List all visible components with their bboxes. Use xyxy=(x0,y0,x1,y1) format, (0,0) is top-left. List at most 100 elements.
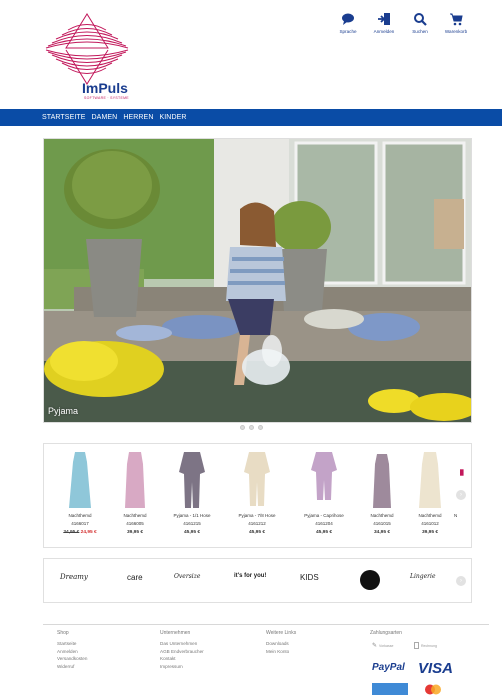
visa-logo: VISA xyxy=(418,660,454,677)
search-label: Suchen xyxy=(412,29,428,34)
footer-heading: Unternehmen xyxy=(160,630,191,636)
header: ImPuls SOFTWARE · SYSTEME Sprache Anmeld… xyxy=(0,0,502,108)
product-card[interactable]: Pyjama - 7/8 Hose 4161212 45,95 € xyxy=(233,444,281,549)
carousel-dot-1[interactable] xyxy=(240,425,245,430)
main-nav: STARTSEITE DAMEN HERREN KINDER xyxy=(0,109,502,126)
login-button[interactable]: Anmelden xyxy=(370,12,398,34)
product-number: 4166005 xyxy=(126,521,144,526)
rechnung-label: Rechnung xyxy=(421,643,437,648)
footer-link[interactable]: Startseite xyxy=(57,640,87,648)
cart-button[interactable]: Warenkorb xyxy=(442,12,470,34)
hero-banner[interactable]: Pyjama xyxy=(43,138,472,423)
product-card[interactable]: Pyjama - Caprihose 4161204 45,95 € xyxy=(300,444,348,549)
product-number: 4161212 xyxy=(248,521,266,526)
language-label: Sprache xyxy=(339,29,357,34)
footer-column-shop: Shop Startseite Anmelden Versandkosten W… xyxy=(57,630,87,670)
footer-column-payment: Zahlungsarten xyxy=(370,630,402,640)
brand-logo-oversize[interactable]: Oversize xyxy=(174,573,200,580)
hero-image xyxy=(44,139,471,422)
vorkasse-icon: ✎ xyxy=(372,643,378,649)
paypal-logo: PayPal xyxy=(372,662,405,673)
brand-logo-disc-icon[interactable] xyxy=(360,570,380,590)
login-icon xyxy=(378,13,390,25)
login-label: Anmelden xyxy=(373,29,395,34)
footer-column-links: Weitere Links Downloads Mein Konto xyxy=(266,630,296,655)
cart-label: Warenkorb xyxy=(444,29,468,34)
footer-link[interactable]: Mein Konto xyxy=(266,648,296,656)
footer-link[interactable]: Anmelden xyxy=(57,648,87,656)
footer-divider xyxy=(43,624,489,625)
hero-label: Pyjama xyxy=(48,406,79,416)
product-name: Nachthemd xyxy=(123,513,147,518)
product-old-price: 34,95 € xyxy=(63,530,80,535)
logo-wordmark[interactable]: ImPuls xyxy=(82,80,128,96)
amex-logo-icon xyxy=(372,683,408,695)
cart-icon xyxy=(450,13,463,26)
nav-item-kinder[interactable]: KINDER xyxy=(159,114,186,121)
next-arrow-icon[interactable]: › xyxy=(456,490,466,500)
header-tools: Sprache Anmelden Suchen Warenkorb xyxy=(334,12,470,34)
carousel-dots xyxy=(240,425,263,430)
product-image xyxy=(419,452,441,508)
product-number: 4161204 xyxy=(315,521,333,526)
product-image xyxy=(179,452,205,508)
product-price: 45,95 € xyxy=(248,530,265,535)
invoice-icon xyxy=(414,642,419,649)
carousel-dot-2[interactable] xyxy=(249,425,254,430)
product-price: 45,95 € xyxy=(315,530,332,535)
footer-link[interactable]: Versandkosten xyxy=(57,655,87,663)
product-name: Pyjama - 7/8 Hose xyxy=(238,513,276,518)
language-button[interactable]: Sprache xyxy=(334,12,362,34)
brand-logo-lingerie[interactable]: Lingerie xyxy=(410,573,436,580)
footer-column-company: Unternehmen Das Unternehmen AGB Endverbr… xyxy=(160,630,204,670)
payment-rechnung: Rechnung xyxy=(414,642,437,649)
footer-link[interactable]: Kontakt xyxy=(160,655,204,663)
search-icon xyxy=(414,13,427,26)
brand-logo-dreamy[interactable]: Dreamy xyxy=(60,573,88,581)
product-price: 39,95 € xyxy=(126,530,143,535)
footer-link[interactable]: Widerruf xyxy=(57,663,87,671)
product-name: Pyjama - 1/1 Hose xyxy=(173,513,211,518)
product-card[interactable]: Pyjama - 1/1 Hose 4161215 45,95 € xyxy=(168,444,216,549)
product-number: 4166017 xyxy=(71,521,89,526)
product-name: Nachthemd xyxy=(68,513,92,518)
footer-link[interactable]: Impressum xyxy=(160,663,204,671)
footer-link[interactable]: Downloads xyxy=(266,640,296,648)
brand-bar: Dreamy care Oversize it's for you! KIDS … xyxy=(43,558,472,603)
logo-subtext: SOFTWARE · SYSTEME xyxy=(84,96,129,100)
product-image xyxy=(244,452,270,506)
product-price: 34,95 € 24,95 € xyxy=(50,530,110,535)
mastercard-logo-icon xyxy=(425,684,441,695)
product-card[interactable]: Nachthemd 4161015 34,95 € xyxy=(358,444,406,549)
product-image xyxy=(125,452,145,508)
brand-logo-kids[interactable]: KIDS xyxy=(300,573,319,582)
carousel-dot-3[interactable] xyxy=(258,425,263,430)
vorkasse-label: Vorkasse xyxy=(379,643,394,648)
product-image xyxy=(69,452,91,508)
product-number: 4161215 xyxy=(183,521,201,526)
product-price: 45,95 € xyxy=(183,530,200,535)
footer-link[interactable]: Das Unternehmen xyxy=(160,640,204,648)
footer-heading: Shop xyxy=(57,630,69,636)
product-slider: Nachthemd 4166017 34,95 € 24,95 € Nachth… xyxy=(43,443,472,548)
payment-vorkasse: ✎ Vorkasse xyxy=(372,642,393,649)
product-name: Pyjama - Caprihose xyxy=(304,513,344,518)
product-image xyxy=(311,452,337,500)
nav-item-startseite[interactable]: STARTSEITE xyxy=(42,114,86,121)
nav-item-damen[interactable]: DAMEN xyxy=(92,114,118,121)
next-arrow-icon[interactable]: › xyxy=(456,576,466,586)
product-card[interactable]: Nachthemd 4166017 34,95 € 24,95 € xyxy=(56,444,104,549)
product-sale-price: 24,95 € xyxy=(80,530,97,535)
speech-bubble-icon xyxy=(342,13,354,25)
footer-heading: Zahlungsarten xyxy=(370,630,402,636)
brand-logo-care[interactable]: care xyxy=(127,573,143,582)
product-image xyxy=(460,469,464,476)
product-name: N xyxy=(454,513,458,518)
footer-heading: Weitere Links xyxy=(266,630,297,636)
search-button[interactable]: Suchen xyxy=(406,12,434,34)
product-card[interactable]: Nachthemd 4166005 39,95 € xyxy=(111,444,159,549)
nav-item-herren[interactable]: HERREN xyxy=(123,114,153,121)
brand-logo-its-for-you[interactable]: it's for you! xyxy=(234,573,266,579)
product-image xyxy=(373,454,391,508)
footer-link[interactable]: AGB Endverbraucher xyxy=(160,648,204,656)
